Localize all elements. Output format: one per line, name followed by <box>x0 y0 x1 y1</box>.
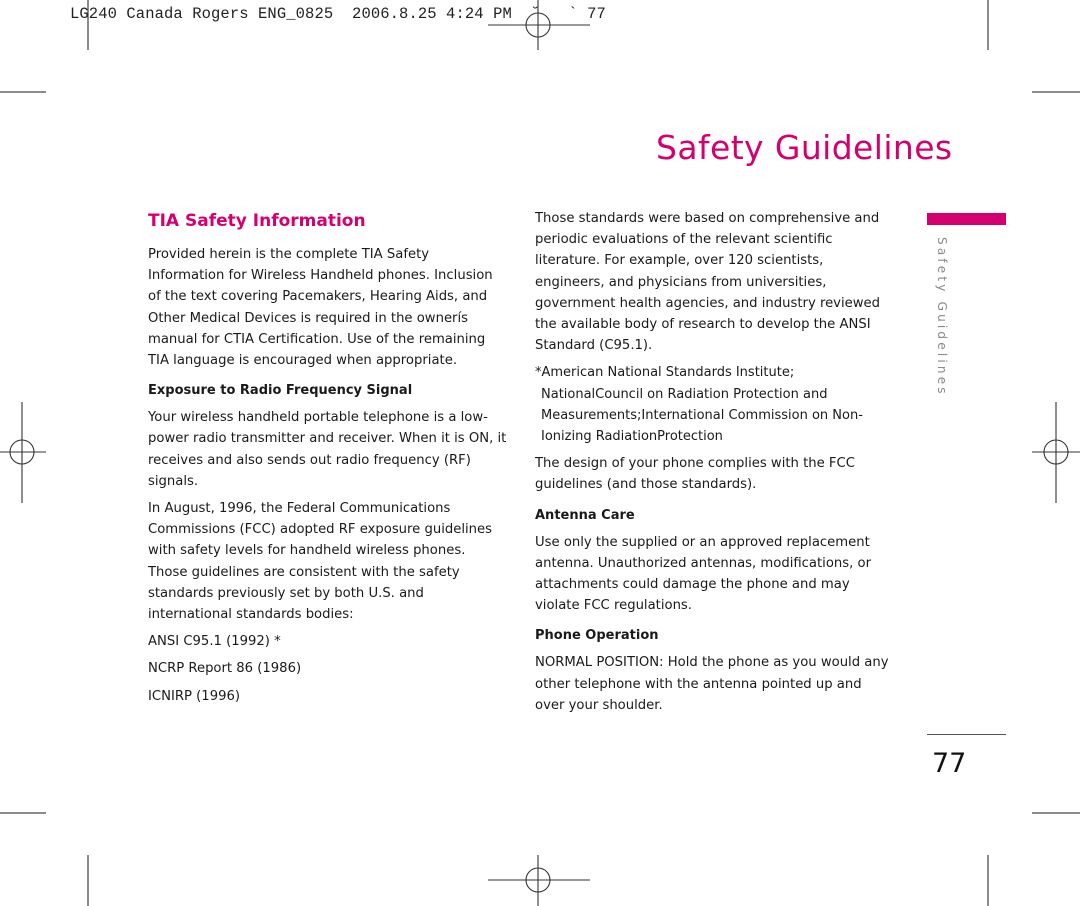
antenna-paragraph: Use only the supplied or an approved rep… <box>535 534 872 614</box>
right-column: Those standards were based on comprehens… <box>535 208 895 722</box>
standard-item: ICNIRP (1996) <box>148 688 241 704</box>
standard-item: NCRP Report 86 (1986) <box>148 661 302 677</box>
standards-footnote: *American National Standards Institute; … <box>535 365 863 445</box>
rf-paragraph: Your wireless handheld portable telephon… <box>148 410 507 489</box>
compliance-paragraph: The design of your phone complies with t… <box>535 456 855 493</box>
section-title: TIA Safety Information <box>148 211 366 231</box>
print-slug-line: LG240 Canada Rogers ENG_0825 2006.8.25 4… <box>70 5 606 23</box>
fcc-paragraph: In August, 1996, the Federal Communicati… <box>148 501 493 623</box>
registration-mark-bottom <box>488 855 590 906</box>
registration-mark-right <box>1032 402 1080 503</box>
standard-item: ANSI C95.1 (1992) * <box>148 634 281 650</box>
side-tab-label: Safety Guidelines <box>935 237 949 397</box>
operation-paragraph: NORMAL POSITION: Hold the phone as you w… <box>535 655 889 713</box>
page-number: 77 <box>932 748 967 779</box>
registration-mark-left <box>0 402 46 503</box>
page-number-rule <box>927 734 1006 735</box>
page-title: Safety Guidelines <box>656 128 953 167</box>
left-column: TIA Safety Information Provided herein i… <box>148 208 508 713</box>
standards-paragraph: Those standards were based on comprehens… <box>535 211 881 354</box>
side-tab-accent-bar <box>927 213 1006 225</box>
phone-operation-heading: Phone Operation <box>535 628 659 644</box>
rf-exposure-heading: Exposure to Radio Frequency Signal <box>148 383 413 399</box>
antenna-care-heading: Antenna Care <box>535 507 635 523</box>
intro-paragraph: Provided herein is the complete TIA Safe… <box>148 247 493 369</box>
